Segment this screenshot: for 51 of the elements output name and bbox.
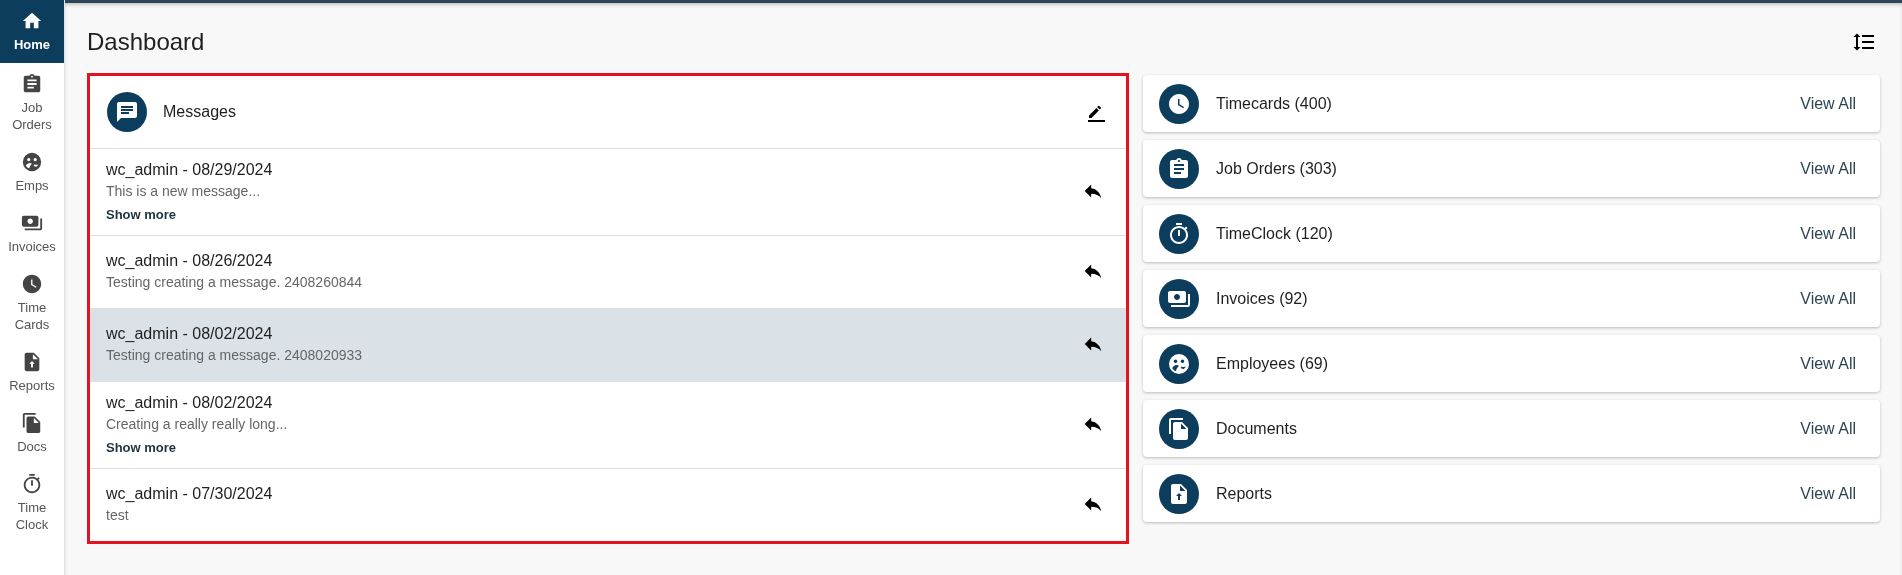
sidebar-item[interactable]: Time Clock: [0, 463, 64, 541]
message-preview: Testing creating a message. 2408020933: [106, 346, 363, 365]
show-more-link[interactable]: Show more: [106, 207, 177, 223]
message-heading: wc_admin - 08/02/2024: [106, 324, 273, 344]
page-title: Dashboard: [87, 28, 205, 56]
view-all-link[interactable]: View All: [1800, 419, 1856, 438]
sidebar-item[interactable]: Job Orders: [0, 63, 64, 141]
sidebar-item[interactable]: Emps: [0, 141, 64, 202]
sidebar-item[interactable]: Invoices: [0, 202, 64, 263]
documents-icon: [21, 412, 43, 434]
message-heading: wc_admin - 08/02/2024: [106, 393, 273, 413]
card-title: Timecards (400): [1216, 94, 1333, 113]
message-preview: Testing creating a message. 2408260844: [106, 273, 363, 292]
view-all-link[interactable]: View All: [1800, 484, 1856, 503]
cash-icon: [1159, 278, 1199, 319]
message-item[interactable]: wc_admin - 08/02/2024 Creating a really really long... Show more: [90, 381, 1126, 468]
sidebar-item[interactable]: Home: [0, 0, 64, 63]
documents-icon: [1159, 408, 1199, 449]
sidebar-item[interactable]: Docs: [0, 402, 64, 463]
clock-icon: [21, 273, 43, 295]
card-title: Employees (69): [1216, 354, 1330, 373]
message-preview: This is a new message...: [106, 182, 261, 201]
sidebar-item[interactable]: Time Cards: [0, 263, 64, 341]
card-title: Reports: [1216, 484, 1274, 503]
card-title: Messages: [163, 103, 237, 121]
sidebar-item[interactable]: Reports: [0, 341, 64, 402]
card-title: Invoices (92): [1216, 289, 1309, 308]
message-heading: wc_admin - 08/29/2024: [106, 160, 273, 180]
stopwatch-icon: [1159, 213, 1199, 254]
message-heading: wc_admin - 08/26/2024: [106, 251, 273, 271]
message-preview: Creating a really really long...: [106, 415, 288, 434]
message-preview: test: [106, 506, 129, 525]
view-all-link[interactable]: View All: [1800, 224, 1856, 243]
message-item[interactable]: wc_admin - 08/02/2024 Testing creating a message. 2408020933: [90, 308, 1126, 381]
card-title: Documents: [1216, 419, 1298, 438]
clipboard-icon: [21, 73, 43, 95]
view-all-link[interactable]: View All: [1800, 354, 1856, 373]
message-heading: wc_admin - 07/30/2024: [106, 484, 273, 504]
show-more-link[interactable]: Show more: [106, 440, 177, 456]
clock-icon: [1159, 83, 1199, 124]
file-upload-icon: [1159, 473, 1199, 514]
clipboard-icon: [1159, 148, 1199, 189]
stopwatch-icon: [21, 473, 43, 495]
message-item[interactable]: wc_admin - 08/29/2024 This is a new message... Show more: [90, 148, 1126, 235]
view-all-link[interactable]: View All: [1800, 159, 1856, 178]
chat-icon: [107, 92, 147, 132]
card-title: TimeClock (120): [1216, 224, 1334, 243]
view-all-link[interactable]: View All: [1800, 289, 1856, 308]
card-title: Job Orders (303): [1216, 159, 1338, 178]
message-item[interactable]: wc_admin - 07/30/2024 test: [90, 468, 1126, 541]
view-all-link[interactable]: View All: [1800, 94, 1856, 113]
